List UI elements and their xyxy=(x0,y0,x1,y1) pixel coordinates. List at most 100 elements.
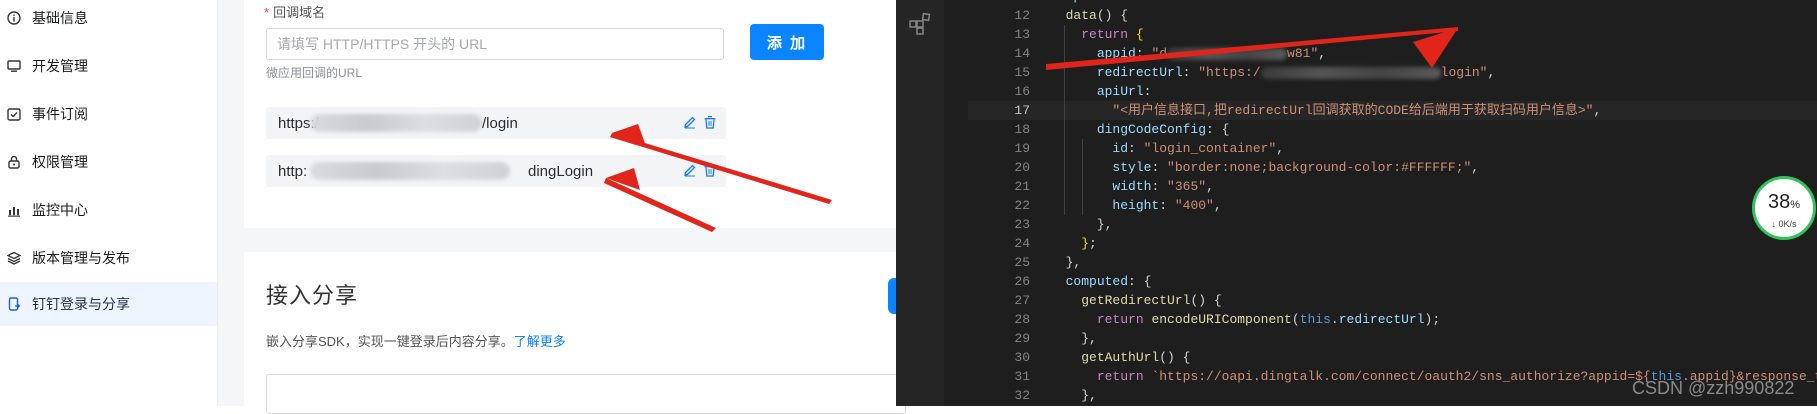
sidebar-item-label: 基础信息 xyxy=(32,10,88,26)
callback-domain-label: * 回调域名 xyxy=(264,5,326,20)
line-number: 20 xyxy=(1014,160,1030,175)
line-number: 19 xyxy=(1014,141,1030,156)
code-text: height: "400", xyxy=(1112,198,1222,213)
code-line[interactable]: 30 getAuthUrl() { xyxy=(968,348,1817,367)
watermark: CSDN @zzh990822 xyxy=(1632,378,1795,398)
sidebar-item-version-release[interactable]: 版本管理与发布 xyxy=(0,236,217,280)
sidebar-item-label: 权限管理 xyxy=(32,154,88,170)
activity-bar xyxy=(896,0,944,406)
code-line[interactable]: 24 }; xyxy=(968,234,1817,253)
add-button[interactable]: 添 加 xyxy=(750,24,824,60)
redacted-blur xyxy=(1167,47,1288,60)
sidebar-item-dev-management[interactable]: 开发管理 xyxy=(0,44,217,88)
sidebar-item-label: 事件订阅 xyxy=(32,106,88,122)
code-line[interactable]: 19 id: "login_container", xyxy=(968,139,1817,158)
code-text: getAuthUrl() { xyxy=(1081,350,1191,365)
line-number: 30 xyxy=(1014,350,1030,365)
edit-icon[interactable] xyxy=(682,114,698,130)
code-line[interactable]: 23 }, xyxy=(968,215,1817,234)
sidebar-item-event-subscription[interactable]: 事件订阅 xyxy=(0,92,217,136)
sidebar-item-monitoring[interactable]: 监控中心 xyxy=(0,188,217,232)
line-number: 24 xyxy=(1014,236,1030,251)
sidebar-item-label: 钉钉登录与分享 xyxy=(32,296,130,312)
code-editor: components 12 data() {13 return {14 appi… xyxy=(896,0,1817,406)
code-line[interactable]: 17 "<用户信息接口,把redirectUrl回调获取的CODE给后端用于获取… xyxy=(968,101,1817,120)
line-number: 32 xyxy=(1014,388,1030,403)
code-line[interactable]: 15 redirectUrl: "https:/login", xyxy=(968,63,1817,82)
mobile-share-icon xyxy=(6,296,22,312)
line-number: 28 xyxy=(1014,312,1030,327)
code-text: }, xyxy=(1050,388,1097,403)
required-mark: * xyxy=(264,5,270,20)
delete-icon[interactable] xyxy=(702,114,718,130)
callback-domain-card: *回调域名 添 加 微应用回调的URL https:/ /login http:… xyxy=(244,0,898,228)
callback-url-input[interactable] xyxy=(266,28,724,60)
share-section-card: 接入分享 嵌入分享SDK，实现一键登录后内容分享。了解更多 xyxy=(244,252,906,414)
line-number: 18 xyxy=(1014,122,1030,137)
code-text: }, xyxy=(1050,217,1113,232)
bar-chart-icon xyxy=(6,202,22,218)
sidebar-item-label: 开发管理 xyxy=(32,58,88,74)
share-input-box[interactable] xyxy=(266,374,906,414)
code-text: computed: { xyxy=(1065,274,1152,289)
code-line[interactable]: 13 return { xyxy=(968,25,1817,44)
callback-url-item: https:/ /login xyxy=(266,107,726,139)
code-text: getRedirectUrl() { xyxy=(1081,293,1222,308)
learn-more-link[interactable]: 了解更多 xyxy=(514,334,566,349)
edit-icon[interactable] xyxy=(682,162,698,178)
code-line[interactable]: 25 }, xyxy=(968,253,1817,272)
code-text: "<用户信息接口,把redirectUrl回调获取的CODE给后端用于获取扫码用… xyxy=(1112,103,1602,118)
line-number: 12 xyxy=(1014,8,1030,23)
code-line[interactable]: 22 height: "400", xyxy=(968,196,1817,215)
code-line[interactable]: 21 width: "365", xyxy=(968,177,1817,196)
code-line[interactable]: 12 data() { xyxy=(968,6,1817,25)
line-number: 14 xyxy=(1014,46,1030,61)
code-area[interactable]: components 12 data() {13 return {14 appi… xyxy=(968,0,1817,406)
line-number: 21 xyxy=(1014,179,1030,194)
line-number: 31 xyxy=(1014,369,1030,384)
code-text: }; xyxy=(1081,236,1097,251)
indent-guide xyxy=(1064,25,1065,215)
line-number: 13 xyxy=(1014,27,1030,42)
url-suffix: /login xyxy=(482,115,518,132)
redacted-blur xyxy=(1260,66,1441,79)
main-content: *回调域名 添 加 微应用回调的URL https:/ /login http:… xyxy=(218,0,906,414)
code-line[interactable]: 27 getRedirectUrl() { xyxy=(968,291,1817,310)
monitor-icon xyxy=(6,58,22,74)
sidebar-item-label: 监控中心 xyxy=(32,202,88,218)
code-text: }, xyxy=(1050,255,1082,270)
line-number: 29 xyxy=(1014,331,1030,346)
code-text: width: "365", xyxy=(1112,179,1214,194)
code-text: redirectUrl: "https:/login", xyxy=(1096,65,1496,80)
share-section-title: 接入分享 xyxy=(266,283,359,308)
layers-icon xyxy=(6,250,22,266)
code-line[interactable]: 14 appid: "d w81", xyxy=(968,44,1817,63)
code-text: id: "login_container", xyxy=(1112,141,1285,156)
lock-icon xyxy=(6,154,22,170)
sidebar-item-permissions[interactable]: 权限管理 xyxy=(0,140,217,184)
code-line[interactable]: 16 apiUrl: xyxy=(968,82,1817,101)
line-number: 27 xyxy=(1014,293,1030,308)
code-line[interactable]: 18 dingCodeConfig: { xyxy=(968,120,1817,139)
line-number: 25 xyxy=(1014,255,1030,270)
code-text: return encodeURIComponent(this.redirectU… xyxy=(1096,312,1441,327)
sidebar: 基础信息 开发管理 事件订阅 权限管理 监控中心 版本管理与发布 钉钉登录与分享 xyxy=(0,0,218,406)
redacted-blur xyxy=(310,162,510,180)
delete-icon[interactable] xyxy=(702,162,718,178)
calendar-check-icon xyxy=(6,106,22,122)
line-number: 16 xyxy=(1014,84,1030,99)
code-line[interactable]: 26 computed: { xyxy=(968,272,1817,291)
sidebar-item-dingtalk-login-share[interactable]: 钉钉登录与分享 xyxy=(0,282,217,326)
code-text: data() { xyxy=(1065,8,1129,23)
network-speed-gauge[interactable]: 38% ↓ 0K/s xyxy=(1752,176,1816,240)
line-number: 23 xyxy=(1014,217,1030,232)
line-number: 15 xyxy=(1014,65,1030,80)
code-line[interactable]: 29 }, xyxy=(968,329,1817,348)
callback-hint: 微应用回调的URL xyxy=(266,66,363,80)
extensions-icon[interactable] xyxy=(908,12,932,41)
redacted-blur xyxy=(310,114,482,132)
sidebar-item-basic-info[interactable]: 基础信息 xyxy=(0,0,217,40)
code-line[interactable]: 20 style: "border:none;background-color:… xyxy=(968,158,1817,177)
code-line[interactable]: 28 return encodeURIComponent(this.redire… xyxy=(968,310,1817,329)
code-text: apiUrl: xyxy=(1096,84,1152,99)
